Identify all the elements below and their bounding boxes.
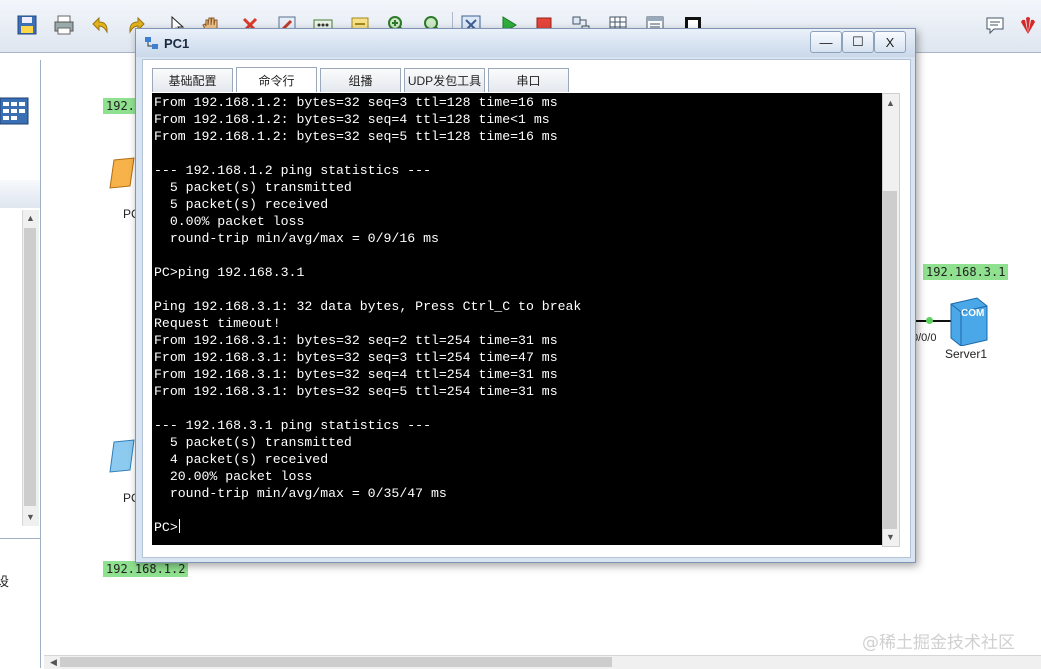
device-detail-text: 设 [0,575,10,590]
undo-icon[interactable] [87,12,113,38]
terminal-line: 4 packet(s) received [154,452,329,467]
terminal-line: From 192.168.1.2: bytes=32 seq=4 ttl=128… [154,112,550,127]
scroll-down-arrow-icon[interactable]: ▼ [26,512,35,522]
device-category-icon[interactable] [0,94,30,128]
terminal-line: 5 packet(s) received [154,197,329,212]
ip-label-pc-top: 192. [103,98,138,114]
terminal-line: From 192.168.3.1: bytes=32 seq=3 ttl=254… [154,350,558,365]
print-icon[interactable] [51,12,77,38]
terminal-cursor [178,519,180,533]
terminal-line: 0.00% packet loss [154,214,305,229]
terminal-line: PC> [154,519,180,535]
terminal-line: round-trip min/avg/max = 0/35/47 ms [154,486,447,501]
server-label: Server1 [945,347,988,361]
huawei-logo-icon [1015,12,1041,38]
terminal-line: 20.00% packet loss [154,469,313,484]
chat-icon[interactable] [982,12,1008,38]
terminal-line: Request timeout! [154,316,281,331]
link-port-dot [926,317,933,324]
tab-udp-tool[interactable]: UDP发包工具 [404,68,485,92]
canvas-horizontal-scroll-thumb[interactable] [60,657,612,667]
server-badge: COM [961,308,985,319]
watermark: @稀土掘金技术社区 [862,633,1015,653]
tab-basic-config[interactable]: 基础配置 [152,68,233,92]
terminal-line: --- 192.168.1.2 ping statistics --- [154,163,431,178]
server-icon[interactable]: COM [947,296,989,347]
window-title: PC1 [164,36,190,51]
maximize-button[interactable]: ☐ [842,31,874,53]
device-detail-box: 设 [0,538,40,669]
ip-label-server: 192.168.3.1 [923,264,1009,280]
left-device-panel: ▲ ▼ 设 [0,60,41,669]
terminal-scroll-up-icon[interactable]: ▲ [886,98,895,108]
device-category-box [0,60,40,181]
minimize-button[interactable]: — [810,31,842,53]
terminal-line: From 192.168.3.1: bytes=32 seq=5 ttl=254… [154,384,558,399]
terminal-line: PC>ping 192.168.3.1 [154,265,305,280]
terminal-scroll-down-icon[interactable]: ▼ [886,532,895,542]
terminal-line: From 192.168.3.1: bytes=32 seq=4 ttl=254… [154,367,558,382]
terminal-line: round-trip min/avg/max = 0/9/16 ms [154,231,439,246]
terminal-line: From 192.168.1.2: bytes=32 seq=3 ttl=128… [154,95,558,110]
tab-multicast[interactable]: 组播 [320,68,401,92]
command-line-terminal[interactable]: From 192.168.1.2: bytes=32 seq=3 ttl=128… [152,93,882,545]
tab-serial[interactable]: 串口 [488,68,569,92]
terminal-line: From 192.168.3.1: bytes=32 seq=2 ttl=254… [154,333,558,348]
terminal-line: --- 192.168.3.1 ping statistics --- [154,418,431,433]
device-list-header [0,180,40,209]
scroll-up-arrow-icon[interactable]: ▲ [26,213,35,223]
terminal-scroll-thumb[interactable] [883,191,897,529]
terminal-line: Ping 192.168.3.1: 32 data bytes, Press C… [154,299,582,314]
device-list-scroll-thumb[interactable] [24,228,36,506]
pc-window-icon [144,35,160,56]
scroll-left-arrow-icon[interactable]: ◀ [50,657,57,668]
save-icon[interactable] [14,12,40,38]
pc-top-icon[interactable] [108,156,138,198]
pc1-window-titlebar[interactable]: PC1 — ☐ X [136,29,915,57]
close-button[interactable]: X [874,31,906,53]
terminal-line: 5 packet(s) transmitted [154,435,352,450]
ip-label-pc-bottom: 192.168.1.2 [103,561,189,577]
terminal-line: From 192.168.1.2: bytes=32 seq=5 ttl=128… [154,129,558,144]
tab-command-line[interactable]: 命令行 [236,67,317,92]
terminal-line: 5 packet(s) transmitted [154,180,352,195]
pc-bottom-icon[interactable] [108,438,138,482]
